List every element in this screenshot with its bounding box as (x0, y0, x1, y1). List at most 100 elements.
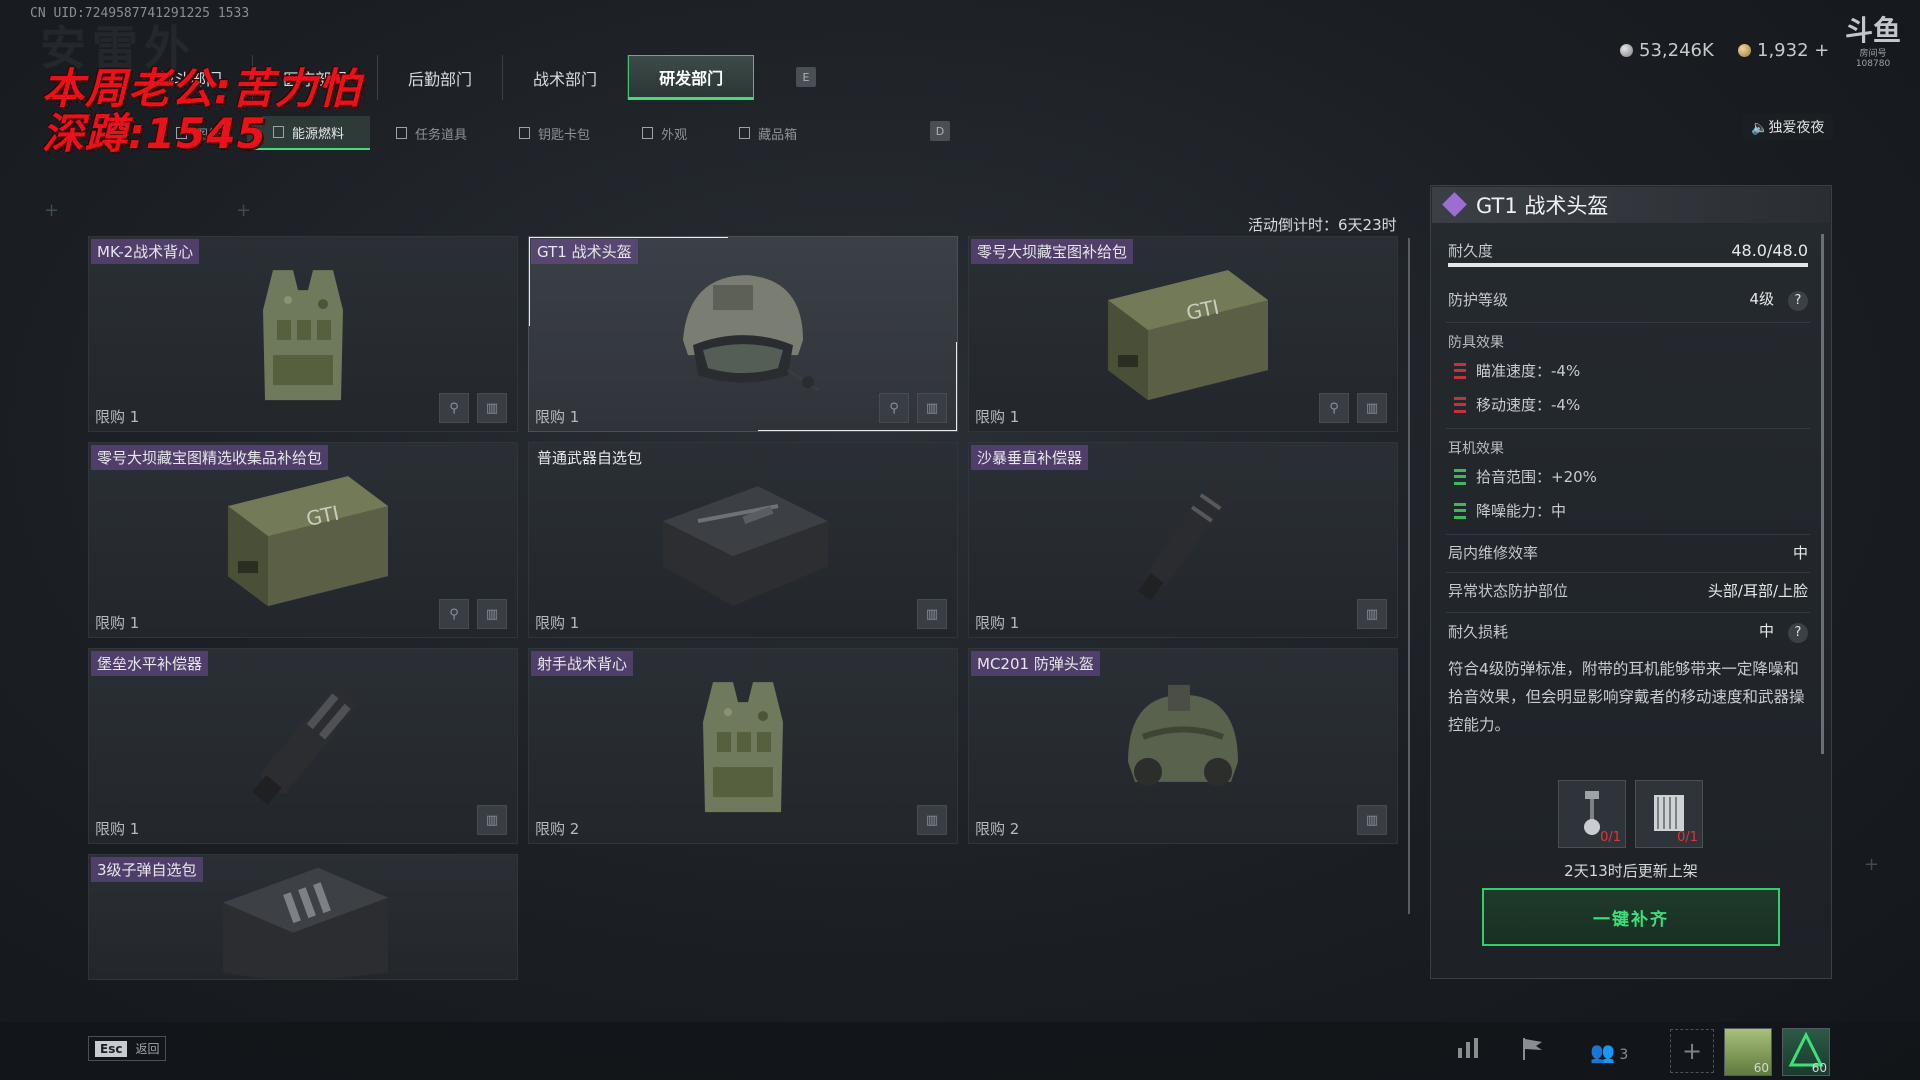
durability-row: 耐久度 48.0/48.0 (1448, 240, 1808, 261)
music-title: 独爱夜夜 (1768, 120, 1825, 136)
speaker-icon: 🔈 (1751, 120, 1769, 136)
back-label: 返回 (135, 1042, 160, 1056)
avatar-level: 60 (1753, 1061, 1769, 1075)
loss-help-icon[interactable]: ? (1788, 622, 1808, 643)
tab-department-3[interactable]: 战术部门 (503, 55, 629, 100)
rank-avatar[interactable]: 60 (1782, 1028, 1830, 1076)
logo-sub: 房间号 (1859, 49, 1887, 59)
detail-title-bar: GT1 战术头盔 (1432, 187, 1830, 223)
shop-item-card[interactable]: GTI 零号大坝藏宝图补给包 限购 1 ⚲ ▥ (968, 236, 1398, 432)
rarity-diamond-icon (1442, 192, 1467, 217)
deco-cross: + (236, 200, 252, 221)
douyu-logo: 斗鱼 房间号 108780 (1842, 16, 1904, 72)
add-squad-button[interactable]: + (1670, 1029, 1714, 1073)
tab-department-4[interactable]: 研发部门 (628, 55, 755, 100)
item-image (243, 672, 363, 826)
friends-icon: 👥 (1590, 1040, 1615, 1064)
bottom-bar (0, 1022, 1920, 1080)
purchase-limit: 限购 1 (95, 614, 140, 632)
durability-label: 耐久度 (1448, 242, 1494, 260)
subtab-category-5[interactable]: 藏品箱 (713, 116, 823, 150)
category-icon (396, 127, 408, 139)
friends-count: 3 (1619, 1047, 1629, 1063)
repair-value: 中 (1792, 544, 1808, 562)
item-slot-icons: ▥ (917, 805, 947, 835)
attachment-slot[interactable]: 0/1 (1558, 780, 1626, 848)
selection-frame (529, 237, 728, 326)
positive-effect-icon (1454, 468, 1466, 485)
flag-icon[interactable] (1520, 1036, 1546, 1066)
repair-label: 局内维修效率 (1448, 544, 1539, 562)
plate-slot-icon: ▥ (1357, 393, 1387, 423)
gold-currency[interactable]: 1,932 + (1738, 40, 1829, 61)
fill-all-button[interactable]: 一键补齐 (1482, 888, 1780, 946)
shop-item-card[interactable]: GTI 零号大坝藏宝图精选收集品补给包 限购 1 ⚲ ▥ (88, 442, 518, 638)
item-name: 零号大坝藏宝图精选收集品补给包 (91, 445, 329, 470)
repair-row: 局内维修效率 中 (1448, 542, 1808, 563)
shop-item-card[interactable]: GT1 战术头盔 限购 1 ⚲ ▥ (528, 236, 958, 432)
abnormal-label: 异常状态防护部位 (1448, 582, 1569, 600)
effect-label: 移动速度：-4% (1476, 396, 1581, 414)
category-icon (739, 127, 751, 139)
armor-effect-move: 移动速度：-4% (1454, 394, 1580, 415)
item-image (243, 260, 363, 414)
detail-scrollbar[interactable] (1821, 234, 1824, 754)
shop-item-card[interactable]: MC201 防弹头盔 限购 2 ▥ (968, 648, 1398, 844)
shop-item-card[interactable]: MK-2战术背心 限购 1 ⚲ ▥ (88, 236, 518, 432)
protection-help-icon[interactable]: ? (1788, 290, 1808, 311)
attachment-slot[interactable]: 0/1 (1635, 780, 1703, 848)
esc-key: Esc (95, 1040, 128, 1057)
category-icon (273, 126, 285, 138)
subtab-label: 钥匙卡包 (538, 127, 591, 143)
subtab-category-2[interactable]: 任务道具 (370, 116, 493, 150)
subtab-next-key[interactable]: D (930, 121, 950, 141)
subtab-category-4[interactable]: 外观 (616, 116, 713, 150)
positive-effect-icon (1454, 502, 1466, 519)
friends-button[interactable]: 👥 3 (1590, 1040, 1628, 1064)
uid-label: CN UID:7249587741291225 1533 (30, 6, 250, 21)
loss-row: 耐久损耗 中? (1448, 620, 1808, 643)
item-name: 沙暴垂直补偿器 (971, 445, 1089, 470)
subtab-label: 任务道具 (415, 127, 468, 143)
shop-item-card[interactable]: 堡垒水平补偿器 限购 1 ▥ (88, 648, 518, 844)
subtab-category-3[interactable]: 钥匙卡包 (493, 116, 616, 150)
protection-label: 防护等级 (1448, 290, 1509, 309)
purchase-limit: 限购 1 (975, 614, 1020, 632)
plate-slot-icon: ▥ (1357, 599, 1387, 629)
tab-department-2[interactable]: 后勤部门 (378, 55, 504, 100)
item-slot-icons: ▥ (1357, 805, 1387, 835)
gold-amount: 1,932 + (1757, 40, 1830, 61)
protection-value: 4级 (1749, 290, 1774, 308)
purchase-limit: 限购 1 (535, 408, 580, 426)
grid-scrollbar[interactable] (1408, 238, 1410, 914)
slot-count: 0/1 (1677, 830, 1698, 845)
negative-effect-icon (1454, 362, 1466, 379)
silver-currency: 53,246K (1620, 40, 1714, 61)
avatar[interactable]: 60 (1724, 1028, 1772, 1076)
slot-count: 0/1 (1600, 830, 1621, 845)
divider (1446, 572, 1810, 573)
room-number: 108780 (1855, 59, 1891, 69)
silver-amount: 53,246K (1639, 40, 1714, 61)
purchase-limit: 限购 1 (535, 614, 580, 632)
tab-next-key[interactable]: E (796, 67, 816, 87)
stats-icon[interactable] (1456, 1036, 1482, 1066)
item-slot-icons: ⚲ ▥ (439, 393, 507, 423)
music-indicator: 🔈独爱夜夜 (1742, 114, 1834, 140)
shop-item-card[interactable]: 射手战术背心 限购 2 ▥ (528, 648, 958, 844)
purchase-limit: 限购 2 (535, 820, 580, 838)
shop-item-card[interactable]: 3级子弹自选包 (88, 854, 518, 980)
purchase-limit: 限购 2 (975, 820, 1020, 838)
shop-item-card[interactable]: 普通武器自选包 限购 1 ▥ (528, 442, 958, 638)
headset-slot-icon: ⚲ (1319, 393, 1349, 423)
plate-slot-icon: ▥ (1357, 805, 1387, 835)
back-button[interactable]: Esc 返回 (88, 1036, 167, 1061)
shop-item-card[interactable]: 沙暴垂直补偿器限购 1 ▥ (968, 442, 1398, 638)
item-slot-icons: ⚲ ▥ (439, 599, 507, 629)
item-image (208, 855, 398, 979)
item-name: MK-2战术背心 (91, 239, 200, 264)
durability-fill (1448, 263, 1808, 267)
abnormal-row: 异常状态防护部位 头部/耳部/上脸 (1448, 580, 1808, 601)
selection-frame (758, 342, 957, 431)
ear-effects-heading: 耳机效果 (1448, 441, 1504, 457)
